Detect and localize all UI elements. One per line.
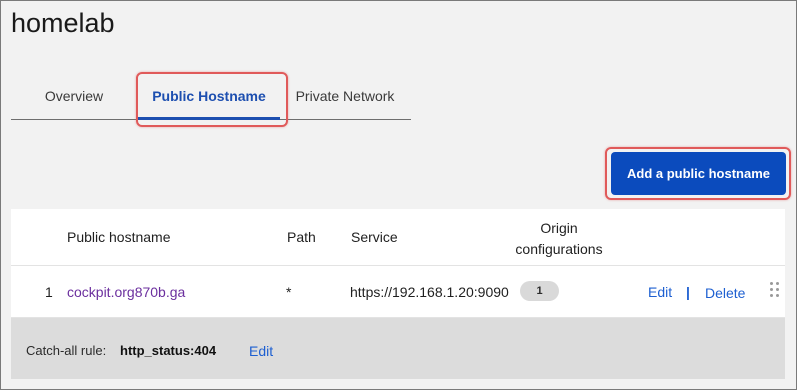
table-header: Public hostname Path Service Origin conf… [11, 209, 785, 266]
catch-all-rule-bar: Catch-all rule: http_status:404 Edit [11, 318, 785, 379]
row-index: 1 [45, 284, 53, 300]
catch-all-label: Catch-all rule: [26, 343, 107, 358]
origin-config-count-badge: 1 [520, 281, 559, 301]
button-highlight-box [605, 147, 791, 200]
column-header-origin: Origin configurations [499, 218, 619, 260]
row-path: * [286, 284, 292, 300]
column-header-hostname: Public hostname [67, 229, 171, 245]
edit-row-link[interactable]: Edit [648, 284, 672, 300]
hostname-link[interactable]: cockpit.org870b.ga [67, 284, 185, 300]
catch-all-edit-link[interactable]: Edit [249, 343, 273, 359]
column-header-path: Path [287, 229, 316, 245]
tab-highlight-box [136, 72, 288, 127]
hostname-table: Public hostname Path Service Origin conf… [11, 209, 785, 379]
row-service: https://192.168.1.20:9090 [350, 284, 509, 300]
catch-all-value: http_status:404 [120, 343, 217, 358]
tab-overview[interactable]: Overview [31, 74, 117, 120]
delete-row-link[interactable]: Delete [705, 285, 745, 301]
page-title: homelab [11, 8, 115, 38]
column-header-service: Service [351, 229, 398, 245]
table-row: 1 cockpit.org870b.ga * https://192.168.1… [11, 267, 785, 318]
column-header-origin-line2: configurations [515, 241, 603, 257]
action-separator: | [686, 284, 690, 300]
tab-private-network[interactable]: Private Network [291, 74, 399, 120]
column-header-origin-line1: Origin [540, 220, 578, 236]
drag-handle-icon[interactable] [770, 282, 780, 298]
